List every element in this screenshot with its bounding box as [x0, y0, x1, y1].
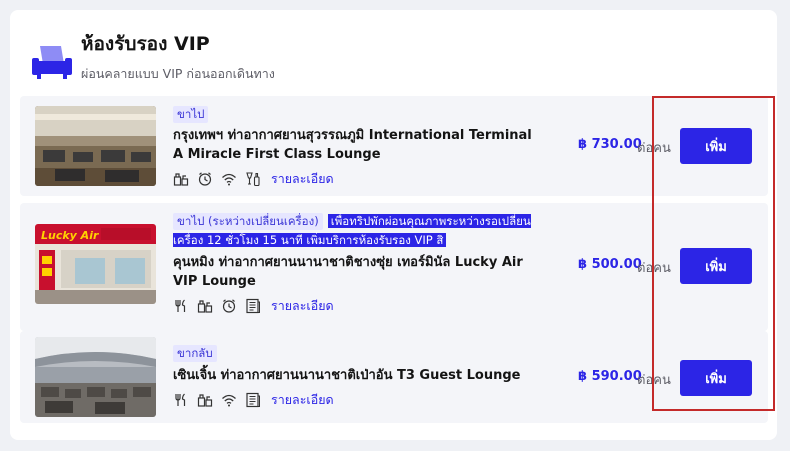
trip-tag: ขาไป (ระหว่างเปลี่ยนเครื่อง) — [173, 213, 323, 230]
amenities-list: รายละเอียด — [173, 169, 543, 189]
newspaper-icon — [245, 298, 265, 314]
amenities-list: รายละเอียด — [173, 390, 543, 410]
svg-text:Lucky Air: Lucky Air — [41, 229, 99, 242]
wifi-icon — [221, 171, 241, 187]
lounge-name: เซินเจิ้น ท่าอากาศยานนานาชาติเป่าอัน T3 … — [173, 368, 521, 383]
details-link[interactable]: รายละเอียด — [271, 296, 334, 316]
food-drink-icon — [173, 171, 193, 187]
trip-tag: ขาไป — [173, 106, 209, 123]
details-link[interactable]: รายละเอียด — [271, 169, 334, 189]
clock-icon — [197, 171, 217, 187]
page-title: ห้องรับรอง VIP — [81, 33, 210, 55]
add-buttons-highlight — [652, 96, 775, 411]
wifi-icon — [221, 392, 241, 408]
cutlery-icon — [173, 298, 193, 314]
food-drink-icon — [197, 298, 217, 314]
lounge-info: ขากลับ เซินเจิ้น ท่าอากาศยานนานาชาติเป่า… — [173, 342, 543, 410]
clock-icon — [221, 298, 241, 314]
page-subtitle: ผ่อนคลายแบบ VIP ก่อนออกเดินทาง — [81, 66, 275, 81]
price: ฿ 590.00 — [578, 369, 642, 384]
lounge-name: คุนหมิง ท่าอากาศยานนานาชาติชางซุ่ย เทอร์… — [173, 255, 523, 289]
amenities-list: รายละเอียด — [173, 296, 543, 316]
lounge-photo — [35, 106, 156, 186]
trip-tag: ขากลับ — [173, 345, 217, 362]
lounge-photo: Lucky Air — [35, 224, 156, 304]
food-drink-icon — [197, 392, 217, 408]
lounge-name: กรุงเทพฯ ท่าอากาศยานสุวรรณภูมิ Internati… — [173, 128, 532, 162]
price: ฿ 500.00 — [578, 257, 642, 272]
price: ฿ 730.00 — [578, 137, 642, 152]
cutlery-icon — [173, 392, 193, 408]
newspaper-icon — [245, 392, 265, 408]
lounge-info: ขาไป กรุงเทพฯ ท่าอากาศยานสุวรรณภูมิ Inte… — [173, 103, 543, 189]
alcohol-icon — [245, 171, 265, 187]
details-link[interactable]: รายละเอียด — [271, 390, 334, 410]
lounge-info: ขาไป (ระหว่างเปลี่ยนเครื่อง) เพื่อทริปพั… — [173, 211, 543, 316]
lounge-photo — [35, 337, 156, 417]
lounge-sofa-icon — [31, 36, 73, 84]
